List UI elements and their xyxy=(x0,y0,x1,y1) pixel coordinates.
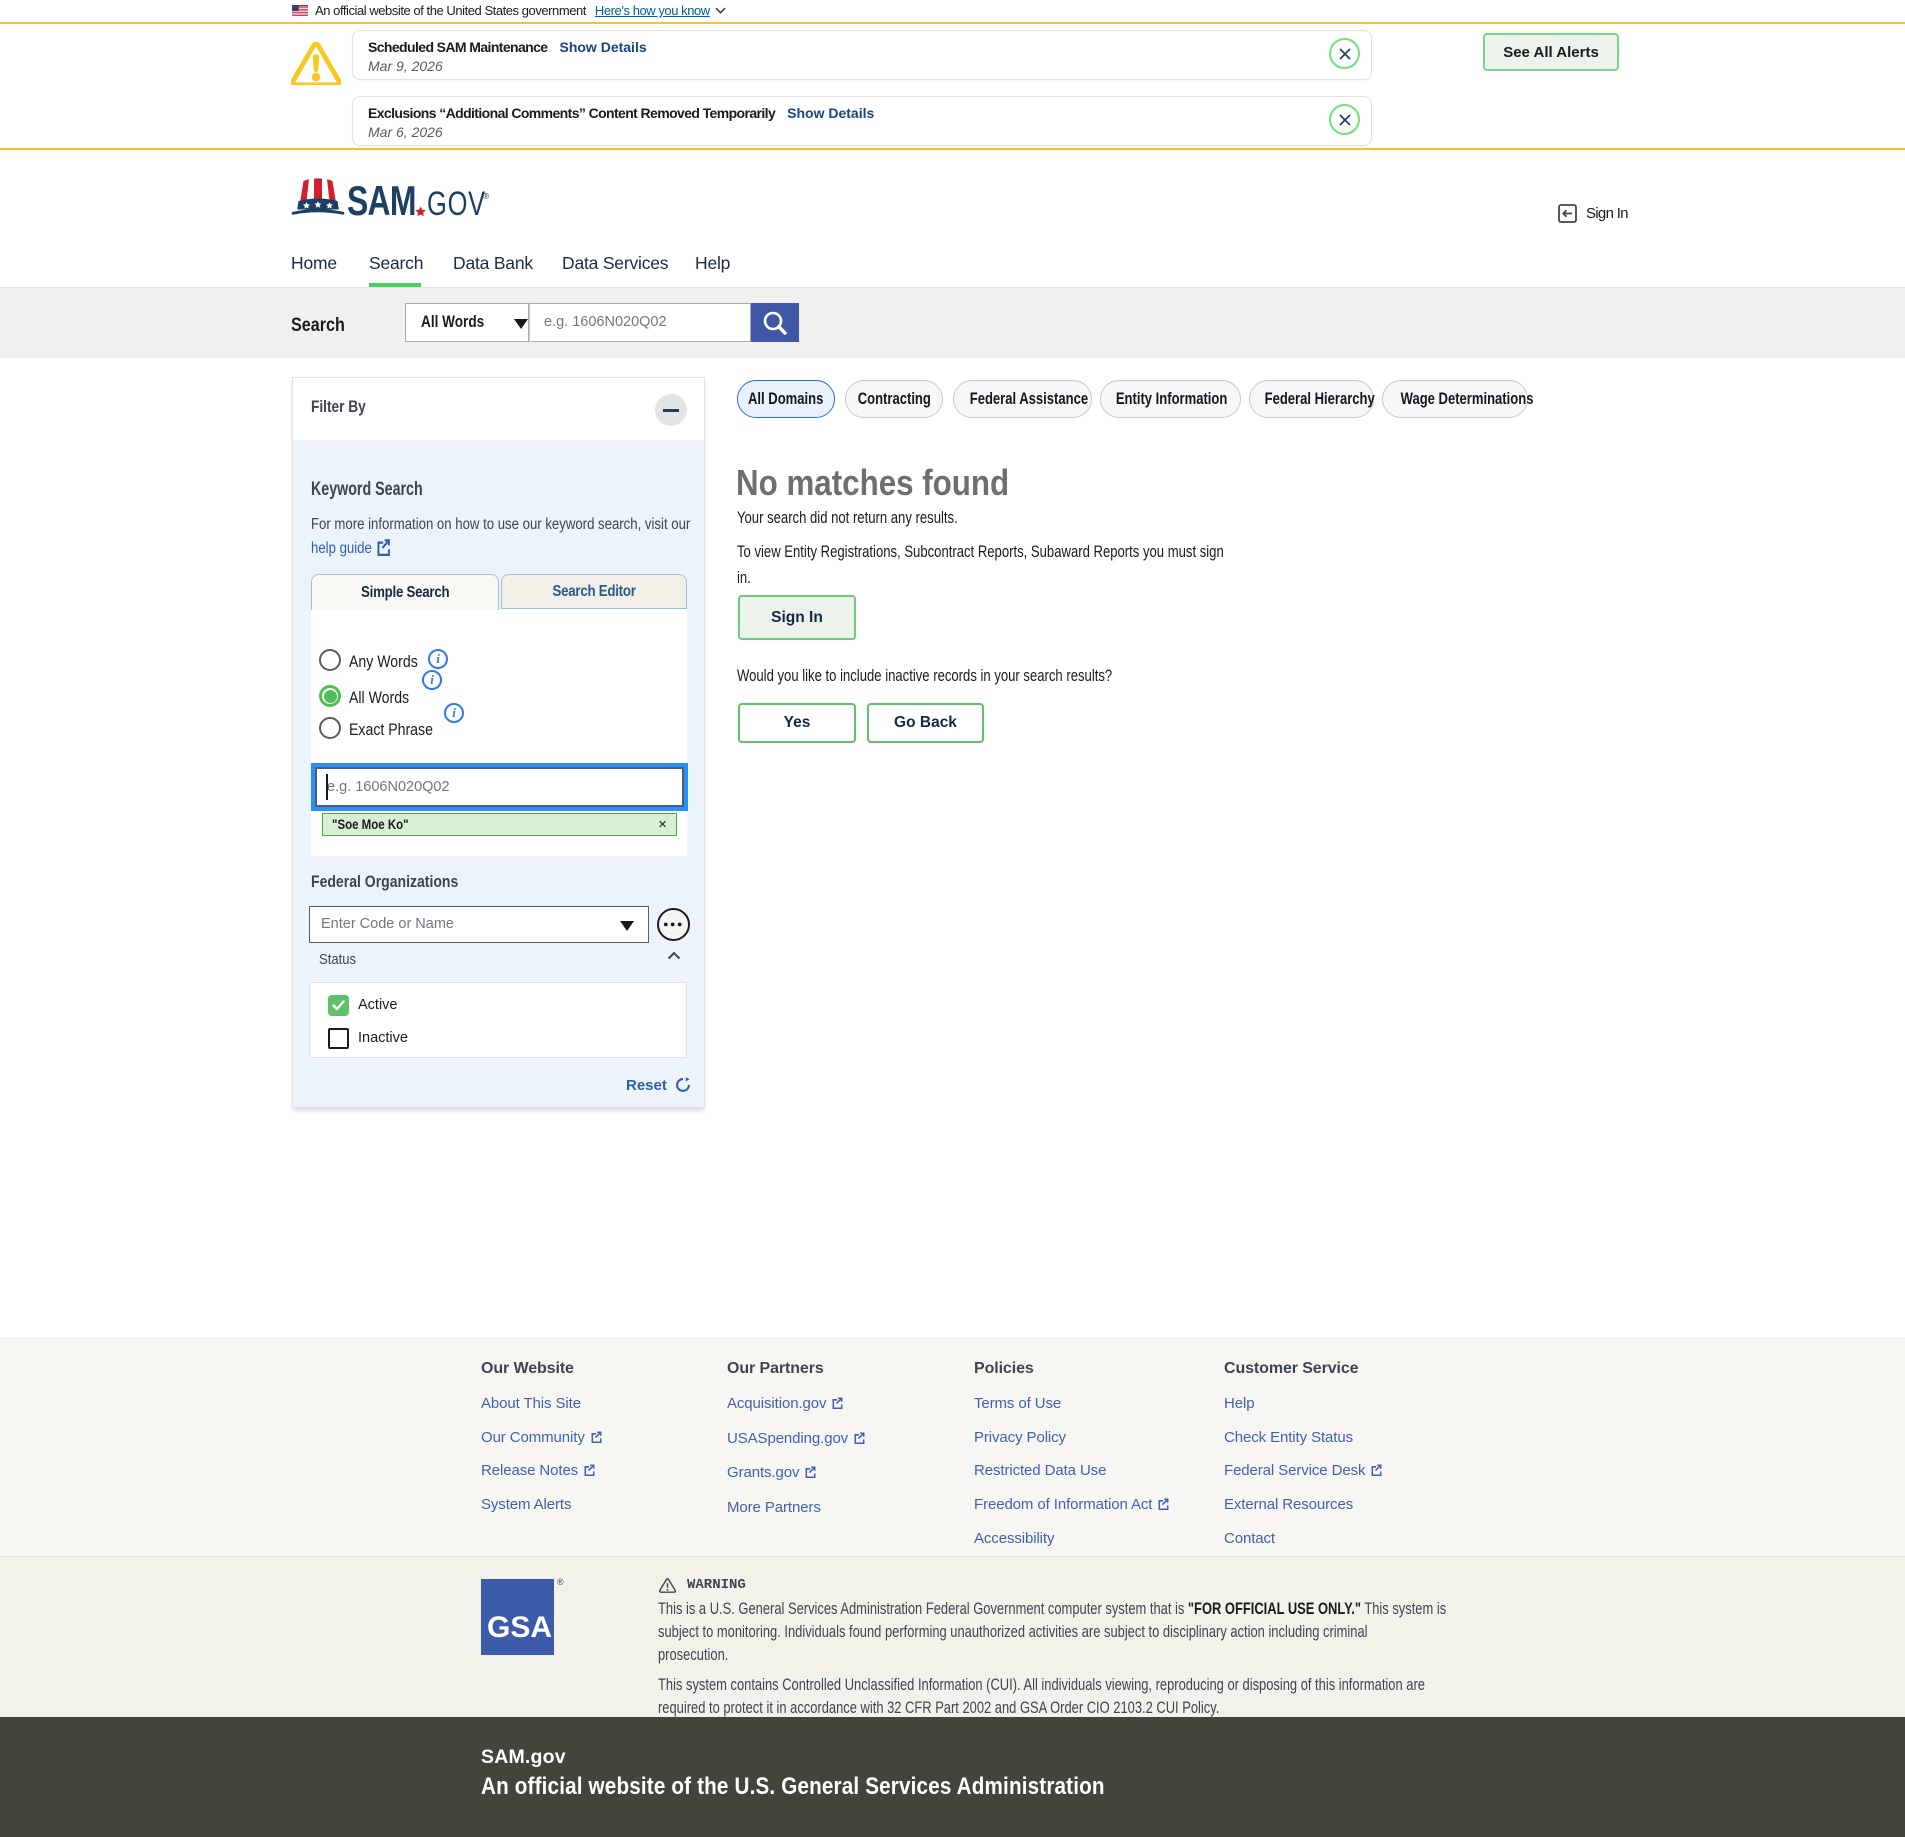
svg-text:GOV: GOV xyxy=(427,186,486,222)
svg-text:®: ® xyxy=(557,1577,564,1587)
svg-text:GSA: GSA xyxy=(487,1611,552,1644)
svg-text:SAM: SAM xyxy=(347,177,416,222)
svg-text:®: ® xyxy=(483,191,490,201)
